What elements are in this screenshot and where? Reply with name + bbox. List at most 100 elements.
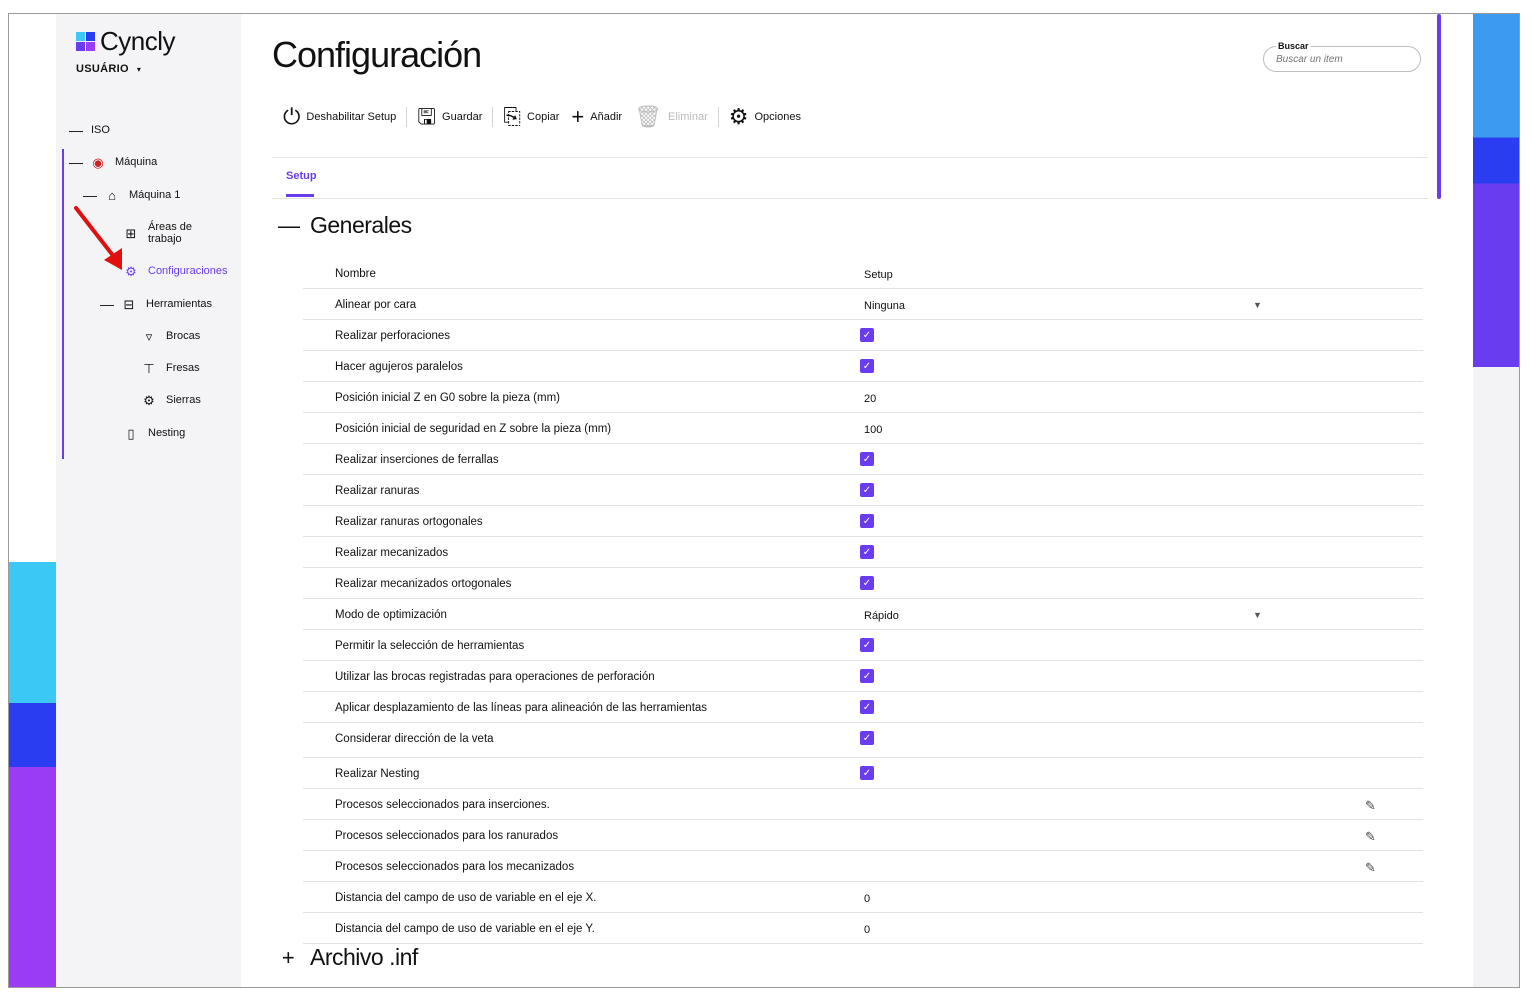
tab-setup[interactable]: Setup <box>286 170 317 182</box>
row-label: Realizar mecanizados <box>335 547 449 559</box>
logo: Cyncly <box>76 26 176 57</box>
save-button[interactable]: 🖫 Guardar <box>411 106 488 128</box>
checkbox[interactable]: ✓ <box>860 514 874 528</box>
app-window: Cyncly USUÁRIO ▾ — ISO — ◉ Máquina — ⌂ M… <box>8 13 1520 988</box>
alinear-select[interactable]: Ninguna <box>864 300 905 312</box>
toolbar-divider <box>492 107 494 127</box>
sidebar-item-maquina-1[interactable]: — ⌂ Máquina 1 <box>83 187 180 203</box>
numeric-field[interactable]: 20 <box>864 393 876 405</box>
numeric-field[interactable]: 0 <box>864 924 870 936</box>
edit-icon[interactable]: ✎ <box>1365 860 1376 876</box>
checkbox[interactable]: ✓ <box>860 483 874 497</box>
save-label: Guardar <box>442 111 483 123</box>
row-label: Nombre <box>335 268 376 280</box>
sidebar-item-maquina[interactable]: — ◉ Máquina <box>69 154 157 170</box>
collapse-icon[interactable]: — <box>100 296 114 312</box>
page-title: Configuración <box>272 34 482 75</box>
expand-icon[interactable]: + <box>278 945 298 971</box>
toolbar-divider <box>717 107 719 127</box>
row-label: Procesos seleccionados para los mecaniza… <box>335 861 575 873</box>
collapse-icon[interactable]: — <box>69 122 83 138</box>
row-label: Procesos seleccionados para inserciones. <box>335 799 550 811</box>
row-label: Posición inicial de seguridad en Z sobre… <box>335 423 612 435</box>
tab-bar: Setup <box>272 157 1428 199</box>
sidebar-item-label: Fresas <box>166 362 200 374</box>
checkbox[interactable]: ✓ <box>860 359 874 373</box>
sidebar-item-sierras[interactable]: ⚙ Sierras <box>142 393 201 407</box>
collapse-icon[interactable]: — <box>83 187 97 203</box>
checkbox[interactable]: ✓ <box>860 452 874 466</box>
row-label: Posición inicial Z en G0 sobre la pieza … <box>335 392 560 404</box>
row-label: Aplicar desplazamiento de las líneas par… <box>335 702 708 714</box>
row-label: Modo de optimización <box>335 609 447 621</box>
sidebar-item-fresas[interactable]: ⊤ Fresas <box>142 360 200 376</box>
user-menu[interactable]: USUÁRIO ▾ <box>76 63 141 75</box>
optimizacion-select[interactable]: Rápido <box>864 610 899 622</box>
checkbox[interactable]: ✓ <box>860 700 874 714</box>
edit-icon[interactable]: ✎ <box>1365 798 1376 814</box>
row-label: Distancia del campo de uso de variable e… <box>335 892 597 904</box>
gear-icon: ⚙ <box>728 104 749 129</box>
section-archivo-inf[interactable]: + Archivo .inf <box>278 944 418 971</box>
delete-button[interactable]: 🗑 Eliminar <box>628 106 714 128</box>
sidebar-item-label: Herramientas <box>146 298 213 310</box>
row-label: Realizar ranuras <box>335 485 420 497</box>
copy-button[interactable]: ⎘ Copiar <box>497 106 565 128</box>
sidebar-item-iso[interactable]: — ISO <box>69 122 110 138</box>
router-bit-icon: ⊤ <box>143 360 155 376</box>
row-label: Realizar Nesting <box>335 768 420 780</box>
dropdown-caret-icon[interactable]: ▼ <box>1253 610 1262 620</box>
saw-blade-icon: ⚙ <box>143 392 155 408</box>
sidebar-item-label: Máquina <box>115 156 158 168</box>
add-button[interactable]: + Añadir <box>565 106 628 128</box>
checkbox[interactable]: ✓ <box>860 576 874 590</box>
row-label: Hacer agujeros paralelos <box>335 361 463 373</box>
section-generales[interactable]: — Generales <box>278 212 412 239</box>
search-input[interactable] <box>1276 54 1411 65</box>
red-arrow-annotation <box>74 206 122 270</box>
row-inserciones-ferrallas: Realizar inserciones de ferrallas ✓ <box>303 444 1423 475</box>
collapse-icon[interactable]: — <box>69 154 83 170</box>
row-mecanizados: Realizar mecanizados ✓ <box>303 537 1423 568</box>
row-procesos-inserciones: Procesos seleccionados para inserciones.… <box>303 789 1423 820</box>
options-label: Opciones <box>754 111 801 123</box>
chevron-down-icon: ▾ <box>136 64 142 74</box>
sidebar-item-configuraciones[interactable]: ⚙ Configuraciones <box>124 264 227 278</box>
search-box[interactable]: Buscar <box>1263 41 1421 72</box>
checkbox[interactable]: ✓ <box>860 638 874 652</box>
collapse-icon[interactable]: — <box>278 213 300 239</box>
row-direccion-veta: Considerar dirección de la veta ✓ <box>303 723 1423 758</box>
row-ranuras-ortogonales: Realizar ranuras ortogonales ✓ <box>303 506 1423 537</box>
checkbox[interactable]: ✓ <box>860 766 874 780</box>
row-posicion-seguridad-z: Posición inicial de seguridad en Z sobre… <box>303 413 1423 444</box>
dropdown-caret-icon[interactable]: ▼ <box>1253 300 1262 310</box>
checkbox[interactable]: ✓ <box>860 545 874 559</box>
sidebar-item-label: Brocas <box>166 330 201 342</box>
vertical-scrollbar[interactable] <box>1437 14 1441 199</box>
toolbar-divider <box>406 107 408 127</box>
checkbox[interactable]: ✓ <box>860 669 874 683</box>
sidebar-item-herramientas[interactable]: — ⊟ Herramientas <box>100 296 212 312</box>
nombre-value[interactable]: Setup <box>864 269 893 281</box>
checkbox[interactable]: ✓ <box>860 328 874 342</box>
checkbox[interactable]: ✓ <box>860 731 874 745</box>
row-desplazamiento-lineas: Aplicar desplazamiento de las líneas par… <box>303 692 1423 723</box>
row-brocas-registradas: Utilizar las brocas registradas para ope… <box>303 661 1423 692</box>
sidebar-item-brocas[interactable]: ▿ Brocas <box>142 329 201 343</box>
row-procesos-ranurados: Procesos seleccionados para los ranurado… <box>303 820 1423 851</box>
user-name: USUÁRIO <box>76 63 129 75</box>
sidebar-item-areas-de-trabajo[interactable]: ⊞ Áreas de trabajo <box>124 221 203 245</box>
row-mecanizados-ortogonales: Realizar mecanizados ortogonales ✓ <box>303 568 1423 599</box>
numeric-field[interactable]: 100 <box>864 424 882 436</box>
row-alinear-por-cara: Alinear por cara Ninguna ▼ <box>303 289 1423 320</box>
section-title: Archivo .inf <box>310 944 418 970</box>
sidebar-item-nesting[interactable]: ▯ Nesting <box>124 426 185 440</box>
numeric-field[interactable]: 0 <box>864 893 870 905</box>
add-label: Añadir <box>590 111 623 123</box>
toolbar: ⏻ Deshabilitar Setup 🖫 Guardar ⎘ Copiar … <box>277 102 807 132</box>
edit-icon[interactable]: ✎ <box>1365 829 1376 845</box>
disable-setup-button[interactable]: ⏻ Deshabilitar Setup <box>277 106 402 128</box>
section-title: Generales <box>310 212 412 238</box>
options-button[interactable]: ⚙ Opciones <box>723 106 807 128</box>
machine-brand-icon: ◉ <box>92 154 104 170</box>
